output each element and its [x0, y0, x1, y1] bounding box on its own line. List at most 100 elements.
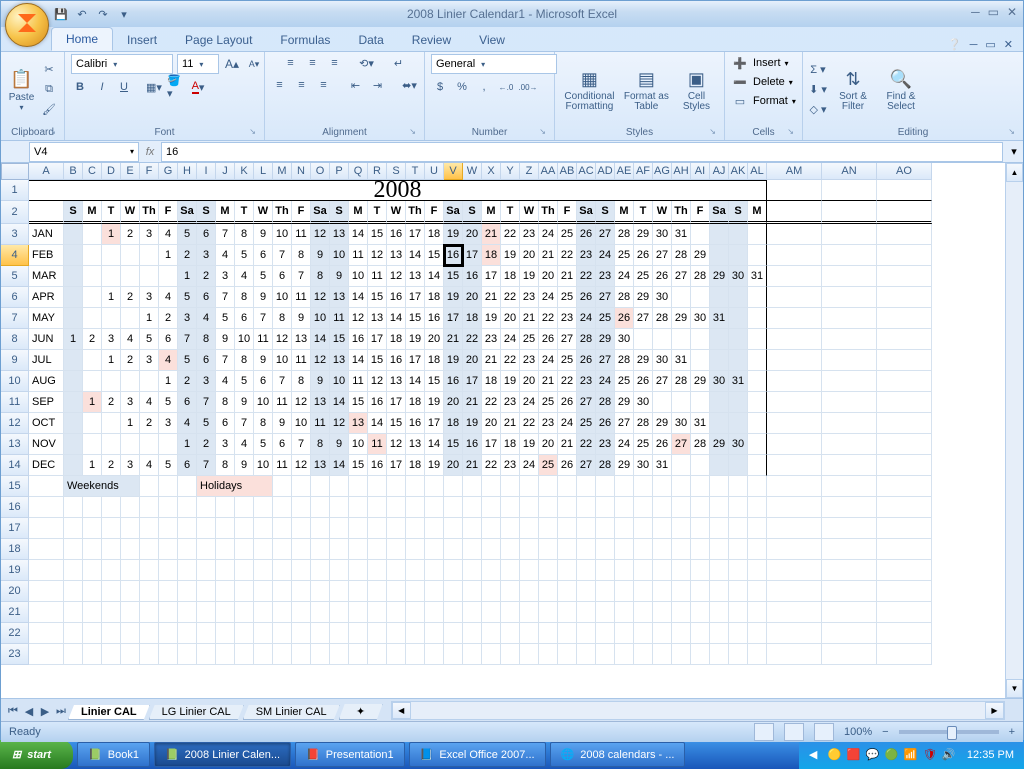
cell[interactable]: 10: [273, 287, 292, 308]
cell[interactable]: [425, 497, 444, 518]
cell[interactable]: [748, 392, 767, 413]
cell[interactable]: [254, 602, 273, 623]
cell[interactable]: [877, 539, 932, 560]
cell[interactable]: 19: [482, 308, 501, 329]
cell[interactable]: [558, 497, 577, 518]
cell[interactable]: [102, 518, 121, 539]
cell[interactable]: 27: [634, 308, 653, 329]
cell[interactable]: [710, 518, 729, 539]
cell[interactable]: 26: [558, 455, 577, 476]
wrap-text-icon[interactable]: ↵: [390, 54, 408, 72]
cell[interactable]: [406, 560, 425, 581]
grow-font-icon[interactable]: A▴: [223, 55, 241, 73]
cell-grid[interactable]: 2008SMTWThFSaSMTWThFSaSMTWThFSaSMTWThFSa…: [29, 180, 1005, 665]
cell[interactable]: 6: [159, 329, 178, 350]
cell[interactable]: 5: [197, 413, 216, 434]
tray-icon[interactable]: ◀: [809, 748, 823, 762]
cell[interactable]: [349, 602, 368, 623]
cell[interactable]: [292, 497, 311, 518]
tab-home[interactable]: Home: [51, 27, 113, 51]
cell[interactable]: [29, 201, 64, 224]
cell[interactable]: 11: [273, 392, 292, 413]
row-header[interactable]: 16: [1, 497, 29, 518]
cell[interactable]: 26: [653, 266, 672, 287]
cell[interactable]: [64, 308, 83, 329]
cell[interactable]: 14: [330, 392, 349, 413]
cell[interactable]: 16: [444, 245, 463, 266]
cell[interactable]: [822, 392, 877, 413]
cell[interactable]: [292, 581, 311, 602]
cell[interactable]: 28: [577, 329, 596, 350]
cell[interactable]: 10: [254, 455, 273, 476]
cell[interactable]: 17: [387, 455, 406, 476]
cell[interactable]: [83, 245, 102, 266]
cell[interactable]: 11: [292, 224, 311, 245]
cell[interactable]: [216, 623, 235, 644]
cell[interactable]: [349, 623, 368, 644]
cell[interactable]: 31: [729, 371, 748, 392]
cell[interactable]: [729, 560, 748, 581]
cell[interactable]: [64, 623, 83, 644]
cell[interactable]: [64, 497, 83, 518]
cell[interactable]: [653, 392, 672, 413]
cell[interactable]: 29: [691, 371, 710, 392]
cell[interactable]: [710, 623, 729, 644]
increase-decimal-icon[interactable]: ←.0: [497, 78, 515, 96]
cell[interactable]: [558, 518, 577, 539]
cell[interactable]: [748, 476, 767, 497]
cell[interactable]: APR: [29, 287, 64, 308]
column-header[interactable]: Q: [349, 163, 368, 180]
cell[interactable]: [444, 560, 463, 581]
cell[interactable]: [387, 497, 406, 518]
cell[interactable]: W: [520, 201, 539, 224]
cell[interactable]: 25: [577, 413, 596, 434]
cell[interactable]: [83, 602, 102, 623]
cell[interactable]: [748, 413, 767, 434]
legend-weekends[interactable]: Weekends: [64, 476, 140, 497]
zoom-level[interactable]: 100%: [844, 726, 872, 738]
cell[interactable]: 5: [178, 350, 197, 371]
cell[interactable]: [520, 623, 539, 644]
cell[interactable]: 24: [558, 413, 577, 434]
cell[interactable]: [311, 539, 330, 560]
cell[interactable]: [539, 539, 558, 560]
cell[interactable]: [877, 308, 932, 329]
cell[interactable]: [729, 497, 748, 518]
cell[interactable]: 9: [254, 350, 273, 371]
orientation-icon[interactable]: ⟲▾: [358, 54, 376, 72]
sheet-tab[interactable]: Linier CAL: [68, 705, 150, 720]
cell[interactable]: 22: [577, 266, 596, 287]
row-header[interactable]: 22: [1, 623, 29, 644]
cell[interactable]: [767, 245, 822, 266]
cell[interactable]: [767, 455, 822, 476]
cell[interactable]: [197, 623, 216, 644]
cell[interactable]: [539, 497, 558, 518]
cell[interactable]: T: [501, 201, 520, 224]
cell[interactable]: [615, 623, 634, 644]
cell[interactable]: [254, 539, 273, 560]
cell[interactable]: [83, 266, 102, 287]
cell[interactable]: 22: [463, 329, 482, 350]
cell[interactable]: 3: [216, 266, 235, 287]
cell[interactable]: [767, 518, 822, 539]
cell[interactable]: [877, 476, 932, 497]
cell[interactable]: 11: [292, 350, 311, 371]
cell[interactable]: 6: [197, 350, 216, 371]
column-header[interactable]: Y: [501, 163, 520, 180]
cell[interactable]: [710, 224, 729, 245]
row-header[interactable]: 3: [1, 224, 29, 245]
cell[interactable]: [729, 308, 748, 329]
cell[interactable]: 15: [368, 224, 387, 245]
cell[interactable]: [634, 539, 653, 560]
cell[interactable]: [64, 224, 83, 245]
cell[interactable]: [767, 413, 822, 434]
cell[interactable]: T: [102, 201, 121, 224]
cell[interactable]: 12: [387, 266, 406, 287]
new-sheet-icon[interactable]: ✦: [339, 704, 383, 720]
row-header[interactable]: 13: [1, 434, 29, 455]
cell[interactable]: [121, 602, 140, 623]
cell[interactable]: 1: [159, 371, 178, 392]
cell[interactable]: [877, 623, 932, 644]
cell[interactable]: [729, 392, 748, 413]
cell[interactable]: 26: [653, 434, 672, 455]
